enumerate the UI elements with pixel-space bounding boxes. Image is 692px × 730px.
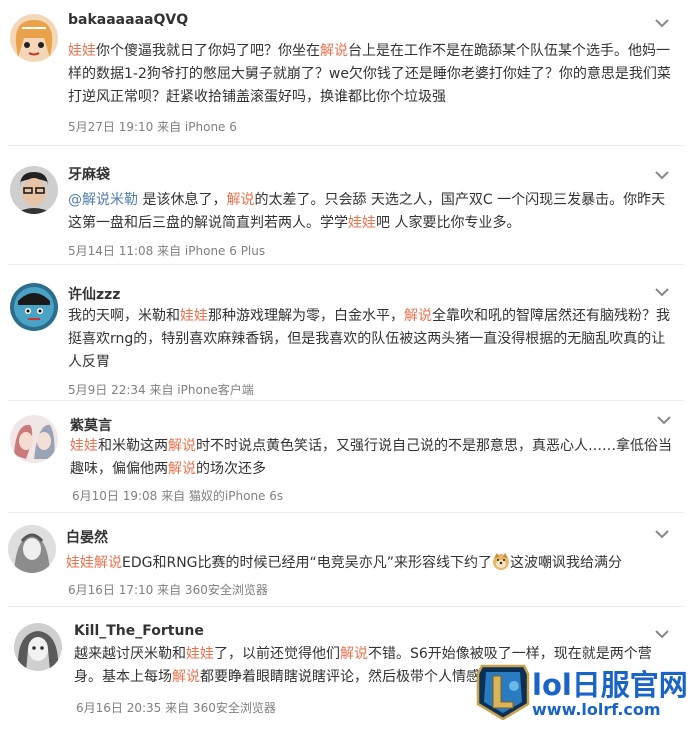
comment-line: 人反胃 bbox=[68, 351, 670, 374]
avatar[interactable] bbox=[10, 166, 58, 214]
username[interactable]: 许仙zzz bbox=[68, 284, 120, 304]
comment-meta: 5月14日 11:08 来自 iPhone 6 Plus bbox=[68, 244, 266, 258]
comment-meta: 5月9日 22:34 来自 iPhone客户端 bbox=[68, 383, 254, 397]
comment-text: 娃娃你个傻逼我就日了你妈了吧？你坐在解说台上是在工作不是在跪舔某个队伍某个选手。… bbox=[68, 40, 671, 109]
keyword-link[interactable]: 解说 bbox=[226, 192, 254, 208]
watermark-url: www.lolrf.com bbox=[532, 700, 661, 719]
keyword-link[interactable]: 解说 bbox=[404, 308, 432, 324]
comment-line: 这第一盘和后三盘的解说简直判若两人。学学娃娃吧 人家要比你专业多。 bbox=[68, 212, 665, 235]
comment-text-segment: 都要睁着眼睛瞎说瞎评论，然后极带个人情感 bbox=[200, 669, 480, 685]
chevron-down-icon[interactable] bbox=[654, 283, 670, 297]
comment-item: 牙麻袋 @解说米勒 是该休息了，解说的太差了。只会舔 天选之人，国产双C 一个闪… bbox=[0, 146, 692, 264]
comment-item: bakaaaaaaQVQ 娃娃你个傻逼我就日了你妈了吧？你坐在解说台上是在工作不… bbox=[0, 0, 692, 146]
lol-logo-icon bbox=[476, 664, 530, 721]
comment-text-segment: 不错。S6开始像被吸了一样，现在就是两个营 bbox=[368, 646, 652, 662]
comment-text-segment: 我的天啊，米勒和 bbox=[68, 308, 180, 324]
comment-text: 我的天啊，米勒和娃娃那种游戏理解为零，白金水平，解说全靠吹和吼的智障居然还有脑残… bbox=[68, 305, 670, 374]
comment-text-segment: 身。基本上每场 bbox=[74, 669, 172, 685]
comment-text-segment: 打逆风正常呗？赶紧收拾铺盖滚蛋好吗，换谁都比你个垃圾强 bbox=[68, 89, 446, 105]
keyword-link[interactable]: 解说 bbox=[168, 461, 196, 477]
chevron-down-icon[interactable] bbox=[654, 14, 670, 28]
comment-text: @解说米勒 是该休息了，解说的太差了。只会舔 天选之人，国产双C 一个闪现三发暴… bbox=[68, 189, 665, 235]
keyword-link[interactable]: 解说 bbox=[340, 646, 368, 662]
comment-text: 娃娃和米勒这两解说时不时说点黄色笑话，又强行说自己说的不是那意思，真恶心人……拿… bbox=[70, 435, 672, 481]
comment-text-segment: 这波嘲讽我给满分 bbox=[510, 555, 623, 571]
comment-meta: 5月27日 19:10 来自 iPhone 6 bbox=[68, 120, 237, 134]
comment-text-segment: 的场次还多 bbox=[196, 461, 266, 477]
comment-text-segment: 样的数据1-2狗爷打的憋屈大舅子就崩了？we欠你钱了还是睡你老婆打你娃了？你的意… bbox=[68, 66, 671, 82]
keyword-link[interactable]: 娃娃 bbox=[348, 215, 376, 231]
comment-line: 娃娃解说EDG和RNG比赛的时候已经用“电竞吴亦凡”来形容线下约了 这波嘲讽我给满… bbox=[66, 552, 622, 575]
chevron-down-icon[interactable] bbox=[654, 625, 670, 639]
comment-text-segment: EDG和RNG比赛的时候已经用“电竞吴亦凡”来形容线下约了 bbox=[122, 555, 493, 571]
avatar[interactable] bbox=[10, 283, 58, 331]
comment-text-segment: 人反胃 bbox=[68, 354, 110, 370]
comment-line: 样的数据1-2狗爷打的憋屈大舅子就崩了？we欠你钱了还是睡你老婆打你娃了？你的意… bbox=[68, 63, 671, 86]
comment-text-segment: 了，以前还觉得他们 bbox=[214, 646, 340, 662]
comment-text-segment: 这第一盘和后三盘的解说简直判若两人。学学 bbox=[68, 215, 348, 231]
keyword-link[interactable]: 娃娃 bbox=[70, 438, 98, 454]
username[interactable]: 紫莫言 bbox=[70, 415, 112, 435]
avatar[interactable] bbox=[8, 525, 56, 573]
comment-text-segment: 台上是在工作不是在跪舔某个队伍某个选手。他妈一 bbox=[348, 43, 670, 59]
username[interactable]: 白晏然 bbox=[66, 527, 108, 547]
comment-text-segment: 的太差了。只会舔 天选之人，国产双C 一个闪现三发暴击。你昨天 bbox=[254, 192, 666, 208]
keyword-link[interactable]: 解说 bbox=[320, 43, 348, 59]
comment-text-segment: 挺喜欢rng的，特别喜欢麻辣香锅，但是我喜欢的队伍被这两头猪一直没得根据的无脑乱… bbox=[68, 331, 666, 347]
username[interactable]: Kill_The_Fortune bbox=[74, 623, 204, 639]
comment-text-segment: 和米勒这两 bbox=[98, 438, 168, 454]
comment-text-segment: 全靠吹和吼的智障居然还有脑残粉？我 bbox=[432, 308, 670, 324]
comment-line: 打逆风正常呗？赶紧收拾铺盖滚蛋好吗，换谁都比你个垃圾强 bbox=[68, 86, 671, 109]
comment-text-segment: 你个傻逼我就日了你妈了吧？你坐在 bbox=[96, 43, 320, 59]
comment-line: @解说米勒 是该休息了，解说的太差了。只会舔 天选之人，国产双C 一个闪现三发暴… bbox=[68, 189, 665, 212]
keyword-link[interactable]: 娃娃 bbox=[186, 646, 214, 662]
comment-line: 我的天啊，米勒和娃娃那种游戏理解为零，白金水平，解说全靠吹和吼的智障居然还有脑残… bbox=[68, 305, 670, 328]
comment-line: 趣味，偏偏他两解说的场次还多 bbox=[70, 458, 672, 481]
comment-item: 紫莫言 娃娃和米勒这两解说时不时说点黄色笑话，又强行说自己说的不是那意思，真恶心… bbox=[0, 401, 692, 513]
avatar[interactable] bbox=[14, 623, 62, 671]
watermark-title: lol日服官网 bbox=[532, 668, 688, 702]
comment-meta: 6月10日 19:08 来自 猫奴的iPhone 6s bbox=[72, 489, 284, 503]
comment-line: 挺喜欢rng的，特别喜欢麻辣香锅，但是我喜欢的队伍被这两头猪一直没得根据的无脑乱… bbox=[68, 328, 670, 351]
doge-emoji bbox=[492, 552, 510, 570]
comment-item: 许仙zzz 我的天啊，米勒和娃娃那种游戏理解为零，白金水平，解说全靠吹和吼的智障… bbox=[0, 265, 692, 400]
comment-line: 娃娃你个傻逼我就日了你妈了吧？你坐在解说台上是在工作不是在跪舔某个队伍某个选手。… bbox=[68, 40, 671, 63]
username[interactable]: bakaaaaaaQVQ bbox=[68, 12, 188, 28]
comment-text-segment: 时不时说点黄色笑话，又强行说自己说的不是那意思，真恶心人……拿低俗当 bbox=[196, 438, 672, 454]
site-watermark: lol日服官网 www.lolrf.com bbox=[476, 662, 688, 722]
keyword-link[interactable]: 娃娃 bbox=[180, 308, 208, 324]
chevron-down-icon[interactable] bbox=[654, 525, 670, 539]
comment-text-segment: 越来越讨厌米勒和 bbox=[74, 646, 186, 662]
keyword-link[interactable]: 解说 bbox=[172, 669, 200, 685]
avatar[interactable] bbox=[10, 14, 58, 62]
keyword-link[interactable]: 娃娃 bbox=[68, 43, 96, 59]
username[interactable]: 牙麻袋 bbox=[68, 164, 110, 184]
comment-text-segment: 吧 人家要比你专业多。 bbox=[376, 215, 521, 231]
comment-meta: 6月16日 20:35 来自 360安全浏览器 bbox=[76, 701, 276, 715]
mention-link[interactable]: @解说米勒 bbox=[68, 192, 138, 208]
comment-text: 娃娃解说EDG和RNG比赛的时候已经用“电竞吴亦凡”来形容线下约了 这波嘲讽我给满… bbox=[66, 552, 622, 575]
comment-line: 娃娃和米勒这两解说时不时说点黄色笑话，又强行说自己说的不是那意思，真恶心人……拿… bbox=[70, 435, 672, 458]
avatar[interactable] bbox=[10, 415, 58, 463]
keyword-link[interactable]: 解说 bbox=[168, 438, 196, 454]
comment-meta: 6月16日 17:10 来自 360安全浏览器 bbox=[68, 583, 268, 597]
comment-text-segment: 那种游戏理解为零，白金水平， bbox=[208, 308, 404, 324]
comment-text-segment: 趣味，偏偏他两 bbox=[70, 461, 168, 477]
chevron-down-icon[interactable] bbox=[654, 166, 670, 180]
comment-text-segment: 是该休息了， bbox=[138, 192, 227, 208]
keyword-link[interactable]: 娃娃解说 bbox=[66, 555, 122, 571]
chevron-down-icon[interactable] bbox=[656, 411, 672, 425]
comment-item: 白晏然 娃娃解说EDG和RNG比赛的时候已经用“电竞吴亦凡”来形容线下约了 这波嘲… bbox=[0, 513, 692, 607]
